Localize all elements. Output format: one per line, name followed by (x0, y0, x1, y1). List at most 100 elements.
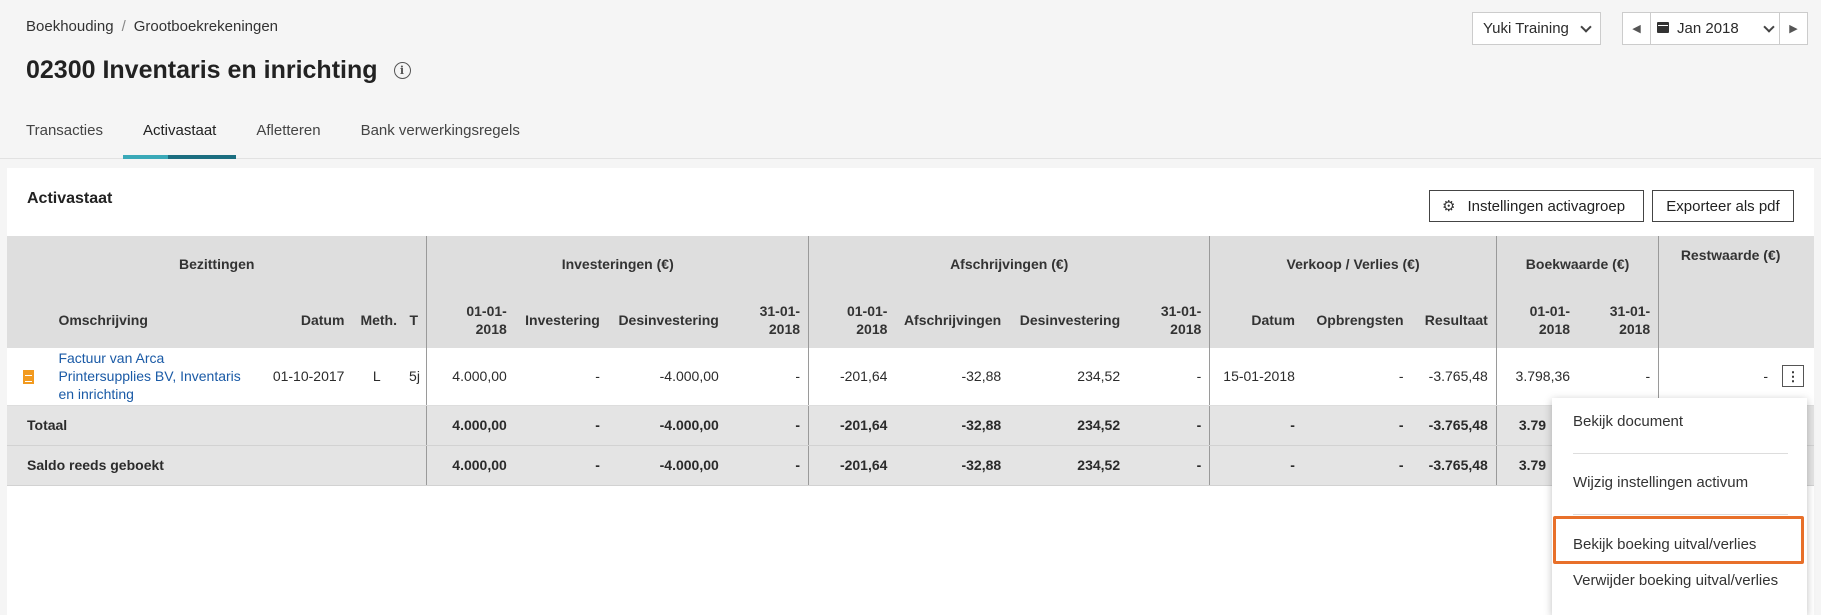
group-afschrijvingen: Afschrijvingen (€) (808, 236, 1210, 291)
col-afschrijvingen[interactable]: Afschrijvingen (895, 291, 1010, 348)
caret-left-icon: ◀ (1632, 23, 1641, 35)
tab-bank-verwerkingsregels[interactable]: Bank verwerkingsregels (341, 108, 540, 158)
period-dropdown[interactable]: Jan 2018 (1651, 13, 1779, 44)
cell-investering: - (514, 348, 608, 406)
col-omschrijving[interactable]: Omschrijving (50, 291, 250, 348)
col-inv-end[interactable]: 31-01-2018 (726, 291, 809, 348)
document-icon[interactable] (23, 370, 35, 385)
saldo-inv-end: - (726, 445, 809, 486)
menu-item-verwijder-boeking[interactable]: Verwijder boeking uitval/verlies (1552, 572, 1807, 589)
row-actions-kebab-icon[interactable]: ⋮ (1782, 365, 1804, 388)
totaal-afs-desinvestering: 234,52 (1009, 405, 1129, 446)
col-icon (7, 291, 51, 348)
totaal-verkoop-datum: - (1209, 405, 1303, 446)
saldo-afs-end: - (1128, 445, 1210, 486)
totaal-afs-end: - (1128, 405, 1210, 446)
title-row: 02300 Inventaris en inrichting i (26, 56, 411, 85)
tab-afletteren[interactable]: Afletteren (236, 108, 340, 158)
settings-activagroep-button[interactable]: ⚙ Instellingen activagroep (1429, 190, 1644, 222)
next-period-button[interactable]: ▶ (1779, 13, 1807, 44)
tab-activastaat[interactable]: Activastaat (122, 108, 237, 159)
group-verkoop-verlies: Verkoop / Verlies (€) (1209, 236, 1497, 291)
col-afs-desinvestering[interactable]: Desinvestering (1009, 291, 1129, 348)
saldo-opbrengsten: - (1302, 445, 1412, 486)
col-bw-end[interactable]: 31-01-2018 (1578, 291, 1659, 348)
totaal-label: Totaal (7, 405, 427, 446)
col-bw-start[interactable]: 01-01-2018 (1495, 291, 1579, 348)
cell-datum: 01-10-2017 (249, 348, 353, 406)
gear-icon: ⚙ (1442, 198, 1456, 215)
group-boekwaarde: Boekwaarde (€) (1495, 236, 1659, 291)
menu-divider (1573, 514, 1788, 515)
breadcrumb: Boekhouding / Grootboekrekeningen (26, 18, 278, 35)
saldo-afs-start: -201,64 (808, 445, 896, 486)
table-row: Factuur van Arca Printersupplies BV, Inv… (7, 348, 1814, 406)
col-inv-start[interactable]: 01-01-2018 (426, 291, 515, 348)
settings-button-label: Instellingen activagroep (1467, 197, 1626, 215)
saldo-afs-desinvestering: 234,52 (1009, 445, 1129, 486)
calendar-icon (1657, 22, 1669, 33)
menu-item-bekijk-document[interactable]: Bekijk document (1552, 413, 1807, 430)
totaal-investering: - (514, 405, 608, 446)
previous-period-button[interactable]: ◀ (1623, 13, 1651, 44)
cell-afs-start: -201,64 (808, 348, 896, 406)
saldo-inv-start: 4.000,00 (426, 445, 515, 486)
cell-verkoop-datum: 15-01-2018 (1209, 348, 1303, 406)
saldo-afschrijvingen: -32,88 (895, 445, 1010, 486)
company-select-value: Yuki Training (1483, 20, 1569, 37)
period-value: Jan 2018 (1677, 20, 1739, 37)
cell-afschrijvingen: -32,88 (895, 348, 1010, 406)
totaal-inv-start: 4.000,00 (426, 405, 515, 446)
col-meth[interactable]: Meth. (352, 291, 402, 348)
group-restwaarde: Restwaarde (€) (1658, 236, 1814, 348)
col-afs-end[interactable]: 31-01-2018 (1128, 291, 1210, 348)
totaal-afschrijvingen: -32,88 (895, 405, 1010, 446)
col-afs-start[interactable]: 01-01-2018 (808, 291, 896, 348)
company-select[interactable]: Yuki Training (1472, 12, 1601, 45)
cell-afs-desinvestering: 234,52 (1009, 348, 1129, 406)
col-verkoop-datum[interactable]: Datum (1209, 291, 1303, 348)
saldo-resultaat: -3.765,48 (1411, 445, 1497, 486)
saldo-label: Saldo reeds geboekt (7, 445, 427, 486)
menu-item-wijzig-instellingen[interactable]: Wijzig instellingen activum (1552, 474, 1807, 491)
asset-description-link[interactable]: Factuur van Arca Printersupplies BV, Inv… (58, 349, 241, 403)
saldo-investering: - (514, 445, 608, 486)
cell-inv-desinvestering: -4.000,00 (607, 348, 727, 406)
card-title: Activastaat (27, 190, 113, 207)
cell-restwaarde: - (1763, 367, 1768, 384)
col-t[interactable]: T (401, 291, 427, 348)
activastaat-card: Activastaat ⚙ Instellingen activagroep E… (7, 168, 1814, 615)
table-row-saldo: Saldo reeds geboekt 4.000,00 - -4.000,00… (7, 445, 1814, 486)
breadcrumb-separator: / (121, 18, 126, 35)
col-opbrengsten[interactable]: Opbrengsten (1302, 291, 1412, 348)
totaal-inv-desinvestering: -4.000,00 (607, 405, 727, 446)
col-inv-desinvestering[interactable]: Desinvestering (607, 291, 727, 348)
totaal-afs-start: -201,64 (808, 405, 896, 446)
caret-right-icon: ▶ (1789, 23, 1798, 35)
col-resultaat[interactable]: Resultaat (1411, 291, 1497, 348)
totaal-opbrengsten: - (1302, 405, 1412, 446)
info-icon[interactable]: i (393, 62, 411, 79)
cell-opbrengsten: - (1302, 348, 1412, 406)
totaal-resultaat: -3.765,48 (1411, 405, 1497, 446)
cell-meth: L (352, 348, 402, 406)
tab-bar: Transacties Activastaat Afletteren Bank … (0, 108, 1821, 159)
cell-bw-end: - (1578, 348, 1659, 406)
chevron-down-icon (1580, 20, 1592, 33)
cell-resultaat: -3.765,48 (1411, 348, 1497, 406)
activastaat-table: Bezittingen Investeringen (€) Afschrijvi… (7, 236, 1814, 486)
cell-t: 5j (401, 348, 427, 406)
cell-inv-start: 4.000,00 (426, 348, 515, 406)
cell-bw-start: 3.798,36 (1495, 348, 1579, 406)
saldo-verkoop-datum: - (1209, 445, 1303, 486)
breadcrumb-boekhouding[interactable]: Boekhouding (26, 18, 114, 35)
tab-transacties[interactable]: Transacties (6, 108, 123, 158)
col-datum[interactable]: Datum (249, 291, 353, 348)
saldo-inv-desinvestering: -4.000,00 (607, 445, 727, 486)
col-investering[interactable]: Investering (514, 291, 608, 348)
cell-afs-end: - (1128, 348, 1210, 406)
totaal-inv-end: - (726, 405, 809, 446)
menu-divider (1573, 453, 1788, 454)
export-pdf-button[interactable]: Exporteer als pdf (1652, 190, 1794, 222)
period-selector: ◀ Jan 2018 ▶ (1622, 12, 1808, 45)
